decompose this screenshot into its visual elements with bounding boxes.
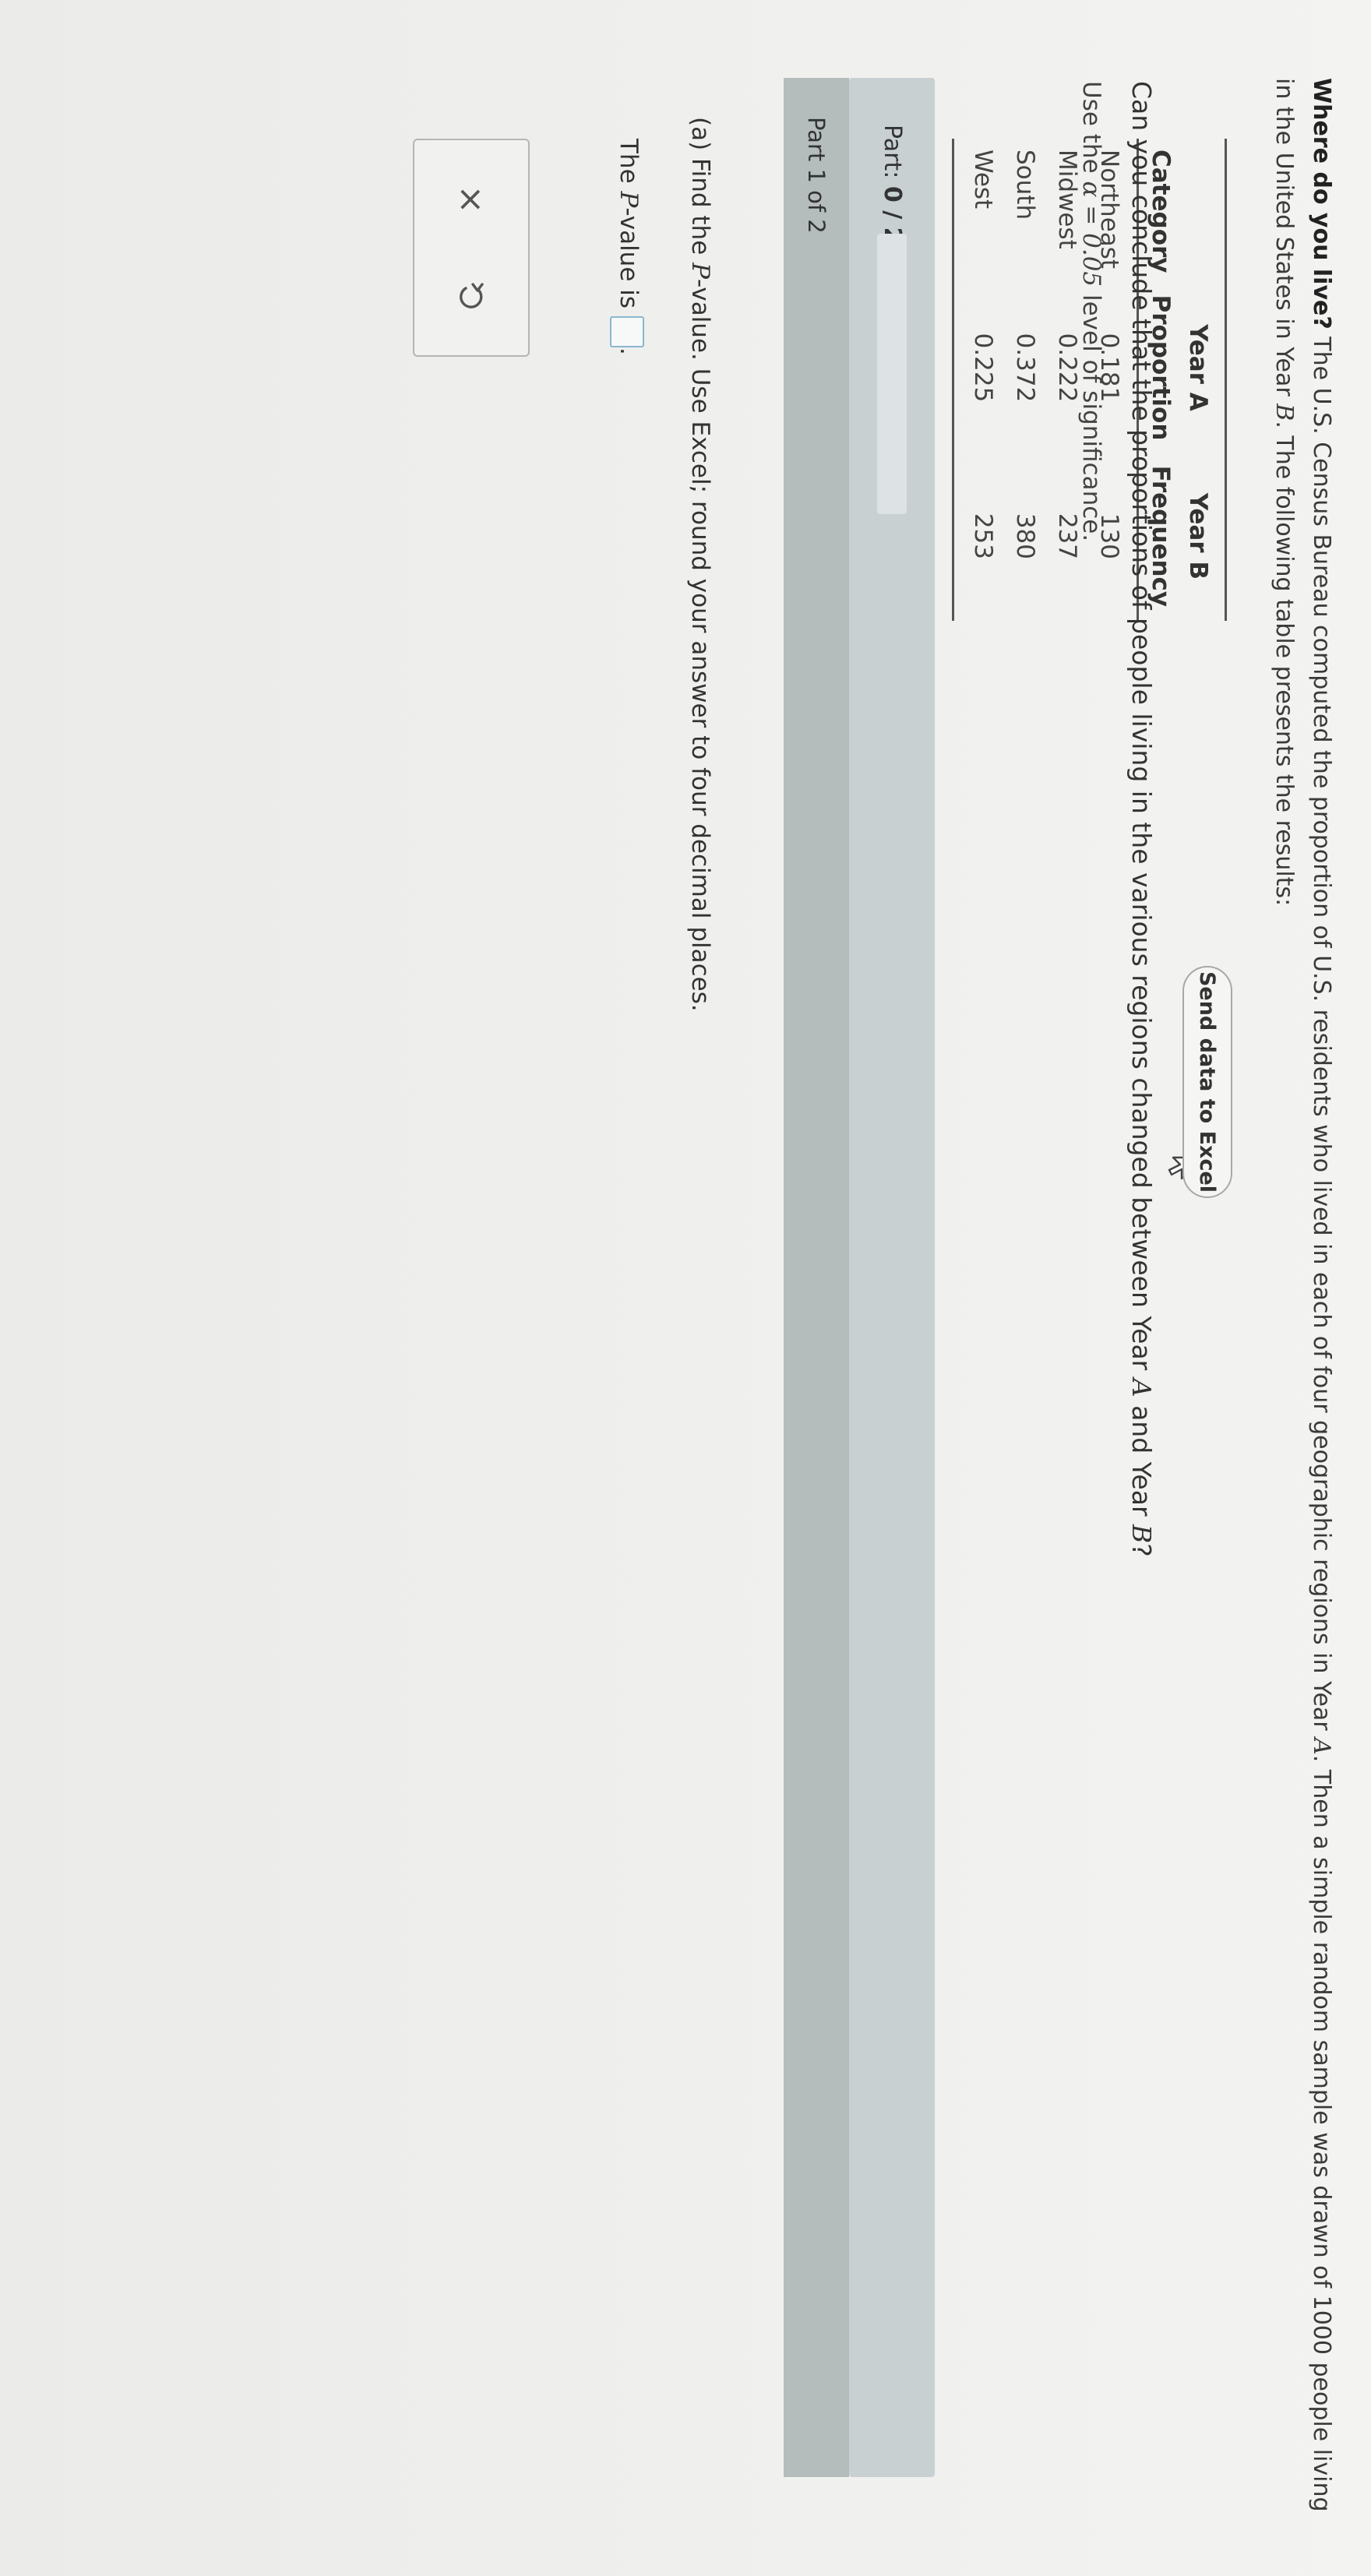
- table-header: [1179, 139, 1226, 284]
- instruction-var-p: P: [686, 263, 714, 279]
- send-to-excel-button[interactable]: Send data to Excel: [1182, 966, 1232, 1198]
- year-a-header: Year A: [1184, 324, 1212, 411]
- pvalue-text-1: The: [615, 139, 643, 192]
- table-header-row: Year A Year B: [1179, 139, 1226, 622]
- intro-var-a: A: [1308, 1738, 1335, 1755]
- question-var-b: B: [1126, 1524, 1157, 1544]
- year-b-header: Year B: [1184, 492, 1212, 580]
- undo-button[interactable]: [446, 273, 495, 322]
- intro-var-b: B: [1271, 403, 1298, 421]
- question-text-1: Can you conclude that the proportions of…: [1126, 81, 1157, 1379]
- question-text-3: ?: [1126, 1543, 1157, 1557]
- alpha-value: α = 0.05: [1077, 181, 1105, 287]
- part-progress-bar: Part: 0 / 2: [849, 78, 935, 2477]
- instruction-text-1: (a) Find the: [686, 117, 714, 263]
- table-cell: West: [953, 139, 1004, 284]
- progress-track: [877, 234, 907, 514]
- table-header: Year A: [1179, 284, 1226, 452]
- significance-text: Use the α = 0.05 level of significance.: [1073, 81, 1109, 541]
- table-cell: 0.372: [1011, 333, 1039, 403]
- close-icon: ×: [451, 185, 491, 214]
- pvalue-text-2: -value is: [615, 207, 643, 309]
- part-label: Part: 0 / 2: [849, 125, 935, 243]
- alpha-text-2: level of significance.: [1077, 287, 1105, 542]
- part-header-label: Part 1 of 2: [803, 117, 830, 234]
- clear-button[interactable]: ×: [446, 174, 495, 224]
- instruction-text-2: -value. Use Excel; round your answer to …: [686, 279, 714, 1012]
- pvalue-line: The P-value is.: [610, 139, 647, 355]
- table-row: South 0.372 380: [1004, 139, 1046, 621]
- undo-icon: [460, 283, 484, 308]
- table-cell: 253: [953, 451, 1004, 622]
- part-header: Part 1 of 2: [784, 78, 849, 2477]
- intro-text-1: The U.S. Census Bureau computed the prop…: [1308, 329, 1335, 1739]
- page: Where do you live? The U.S. Census Burea…: [0, 0, 1371, 2576]
- answer-tools-panel: ×: [413, 139, 530, 357]
- instruction-text: (a) Find the P-value. Use Excel; round y…: [682, 117, 718, 1012]
- question-text-2: and Year: [1126, 1397, 1157, 1525]
- alpha-text-1: Use the: [1077, 81, 1105, 181]
- pvalue-text-3: .: [615, 347, 643, 355]
- table-header: Year B: [1179, 451, 1226, 622]
- table-cell: 380: [1011, 513, 1039, 559]
- pvalue-var-p: P: [615, 191, 643, 208]
- question-var-a: A: [1126, 1378, 1157, 1397]
- problem-intro: Where do you live? The U.S. Census Burea…: [1265, 78, 1340, 2524]
- table-cell: 0.225: [953, 284, 1004, 452]
- question-text: Can you conclude that the proportions of…: [1123, 81, 1159, 1557]
- intro-text-3: . The following table presents the resul…: [1271, 421, 1298, 907]
- table-cell: South: [1011, 150, 1039, 220]
- pvalue-answer-input[interactable]: [610, 316, 645, 348]
- part-label-text: Part:: [879, 125, 906, 186]
- intro-lead: Where do you live?: [1308, 78, 1335, 329]
- table-row: West 0.225 253: [953, 139, 1004, 622]
